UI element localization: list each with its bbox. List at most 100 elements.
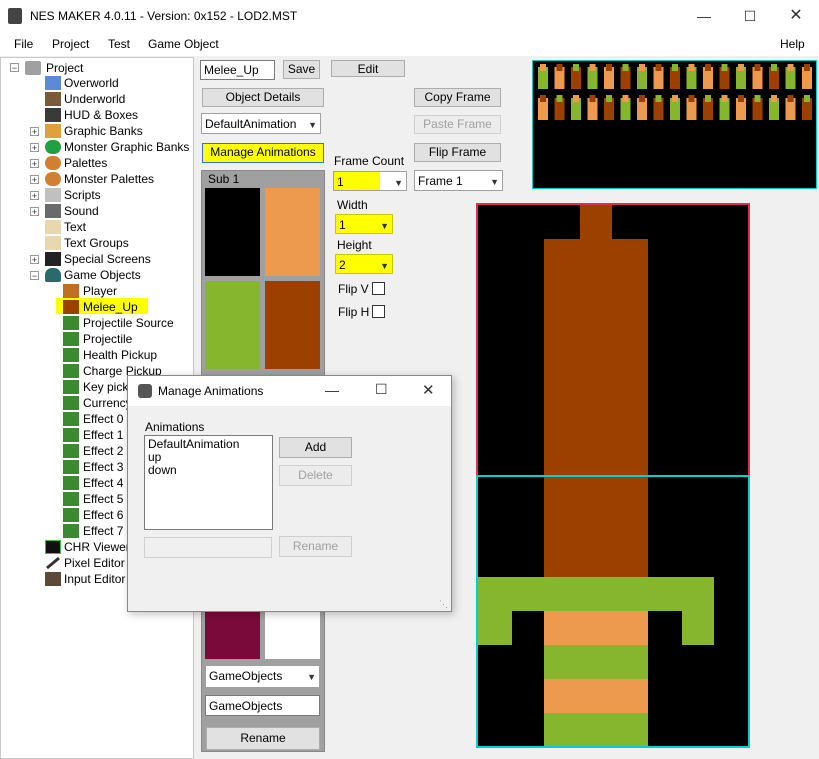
tree-item-player[interactable]: Player	[83, 283, 117, 299]
tree-expander[interactable]: −	[10, 63, 19, 73]
delete-button[interactable]: Delete	[279, 465, 352, 486]
tree-item-currency[interactable]: Currency	[83, 395, 132, 411]
object-icon	[63, 380, 79, 394]
height-select[interactable]: 2 ▼	[335, 254, 393, 274]
menu-file[interactable]: File	[14, 37, 33, 51]
tree-item-scripts[interactable]: Scripts	[64, 187, 101, 203]
resize-grip-icon[interactable]: ⋱	[439, 599, 448, 610]
pencil-icon	[45, 556, 61, 570]
tree-item-palettes[interactable]: Palettes	[64, 155, 107, 171]
maximize-icon[interactable]: ☐	[375, 381, 388, 398]
tree-item-monster-palettes[interactable]: Monster Palettes	[64, 171, 154, 187]
minimize-icon[interactable]: —	[325, 382, 339, 398]
copy-frame-button[interactable]: Copy Frame	[414, 88, 501, 107]
menu-game-object[interactable]: Game Object	[148, 37, 219, 51]
flip-v-checkbox[interactable]	[372, 282, 385, 295]
tree-expander[interactable]: +	[30, 143, 39, 153]
tree-item-effect-0[interactable]: Effect 0	[83, 411, 123, 427]
object-icon	[63, 316, 79, 330]
close-icon[interactable]: ✕	[422, 381, 435, 399]
flip-v-label: Flip V	[338, 282, 369, 296]
tile-sprite	[705, 64, 711, 71]
tree-item-special-screens[interactable]: Special Screens	[64, 251, 151, 267]
tile-sprite	[573, 64, 579, 71]
close-button[interactable]: ✕	[773, 0, 819, 32]
width-select[interactable]: 1 ▼	[335, 214, 393, 234]
tree-item-effect-5[interactable]: Effect 5	[83, 491, 123, 507]
palette-swatch-2[interactable]	[205, 281, 260, 369]
palette-swatch-1[interactable]	[265, 188, 320, 276]
tile-sprite	[622, 95, 629, 102]
controller-icon	[45, 572, 61, 586]
tree-item-health-pickup[interactable]: Health Pickup	[83, 347, 157, 363]
tree-expander[interactable]: −	[30, 271, 39, 281]
tree-item-hud[interactable]: HUD & Boxes	[64, 107, 138, 123]
list-item[interactable]: down	[148, 464, 177, 477]
tile-preview[interactable]	[532, 60, 817, 189]
tree-item-text[interactable]: Text	[64, 219, 86, 235]
palette-swatch-3[interactable]	[265, 281, 320, 369]
tree-item-sound[interactable]: Sound	[64, 203, 99, 219]
maximize-button[interactable]: ☐	[727, 0, 773, 32]
paste-frame-button[interactable]: Paste Frame	[414, 115, 501, 134]
rename-bank-button[interactable]: Rename	[206, 727, 320, 750]
tree-item-effect-4[interactable]: Effect 4	[83, 475, 123, 491]
tree-item-text-groups[interactable]: Text Groups	[64, 235, 129, 251]
menu-project[interactable]: Project	[52, 37, 89, 51]
tree-expander[interactable]: +	[30, 255, 39, 265]
bank-select[interactable]: GameObjects ▼	[205, 665, 320, 688]
tree-item-effect-7[interactable]: Effect 7	[83, 523, 123, 539]
tree-item-project[interactable]: Project	[46, 60, 83, 76]
list-item[interactable]: DefaultAnimation	[148, 438, 239, 451]
tile-sprite	[688, 64, 695, 71]
tree-expander[interactable]: +	[30, 127, 39, 137]
tree-item-effect-3[interactable]: Effect 3	[83, 459, 123, 475]
frame-count-select[interactable]: 1 ▼	[333, 171, 407, 191]
tree-expander[interactable]: +	[30, 159, 39, 169]
object-icon	[63, 396, 79, 410]
palette-swatch-4[interactable]	[205, 611, 260, 659]
tree-item-melee-up[interactable]: Melee_Up	[83, 299, 138, 315]
add-button[interactable]: Add	[279, 437, 352, 458]
minimize-button[interactable]: —	[681, 0, 727, 32]
tree-item-effect-6[interactable]: Effect 6	[83, 507, 123, 523]
object-details-button[interactable]: Object Details	[202, 88, 324, 107]
flip-h-checkbox[interactable]	[372, 305, 385, 318]
manage-animations-button[interactable]: Manage Animations	[202, 143, 324, 163]
rename-input[interactable]	[144, 537, 272, 558]
tree-item-monster-graphic-banks[interactable]: Monster Graphic Banks	[64, 139, 189, 155]
tile-sprite	[606, 64, 612, 71]
chevron-down-icon: ▼	[307, 672, 316, 682]
tree-item-pixel-editor[interactable]: Pixel Editor	[64, 555, 125, 571]
tree-item-game-objects[interactable]: Game Objects	[64, 267, 141, 283]
tree-item-projectile[interactable]: Projectile	[83, 331, 132, 347]
menu-help[interactable]: Help	[780, 37, 805, 51]
palette-swatch-5[interactable]	[265, 611, 320, 659]
palette-swatch-0[interactable]	[205, 188, 260, 276]
tree-item-chr-viewer[interactable]: CHR Viewer	[64, 539, 130, 555]
tree-item-projectile-source[interactable]: Projectile Source	[83, 315, 174, 331]
frame-select[interactable]: Frame 1 ▼	[414, 170, 503, 191]
animations-list[interactable]: DefaultAnimation up down	[144, 435, 273, 530]
tree-expander[interactable]: +	[30, 207, 39, 217]
menu-test[interactable]: Test	[108, 37, 130, 51]
tree-item-graphic-banks[interactable]: Graphic Banks	[64, 123, 143, 139]
tree-item-effect-2[interactable]: Effect 2	[83, 443, 123, 459]
tree-expander[interactable]: +	[30, 191, 39, 201]
height-label: Height	[337, 238, 372, 252]
rename-animation-button[interactable]: Rename	[279, 536, 352, 557]
tree-item-effect-1[interactable]: Effect 1	[83, 427, 123, 443]
hud-icon	[45, 108, 61, 122]
flip-frame-button[interactable]: Flip Frame	[414, 143, 501, 162]
tile-sprite	[606, 95, 612, 102]
animation-select[interactable]: DefaultAnimation ▼	[201, 113, 321, 134]
object-name-input[interactable]	[200, 60, 275, 80]
sprite-canvas[interactable]	[476, 203, 750, 748]
tree-expander[interactable]: +	[30, 175, 39, 185]
edit-button[interactable]: Edit	[331, 60, 405, 77]
bank-name-input[interactable]	[205, 695, 320, 716]
tree-item-input-editor[interactable]: Input Editor	[64, 571, 125, 587]
save-button[interactable]: Save	[283, 60, 320, 79]
tree-item-underworld[interactable]: Underworld	[64, 91, 125, 107]
tree-item-overworld[interactable]: Overworld	[64, 75, 119, 91]
